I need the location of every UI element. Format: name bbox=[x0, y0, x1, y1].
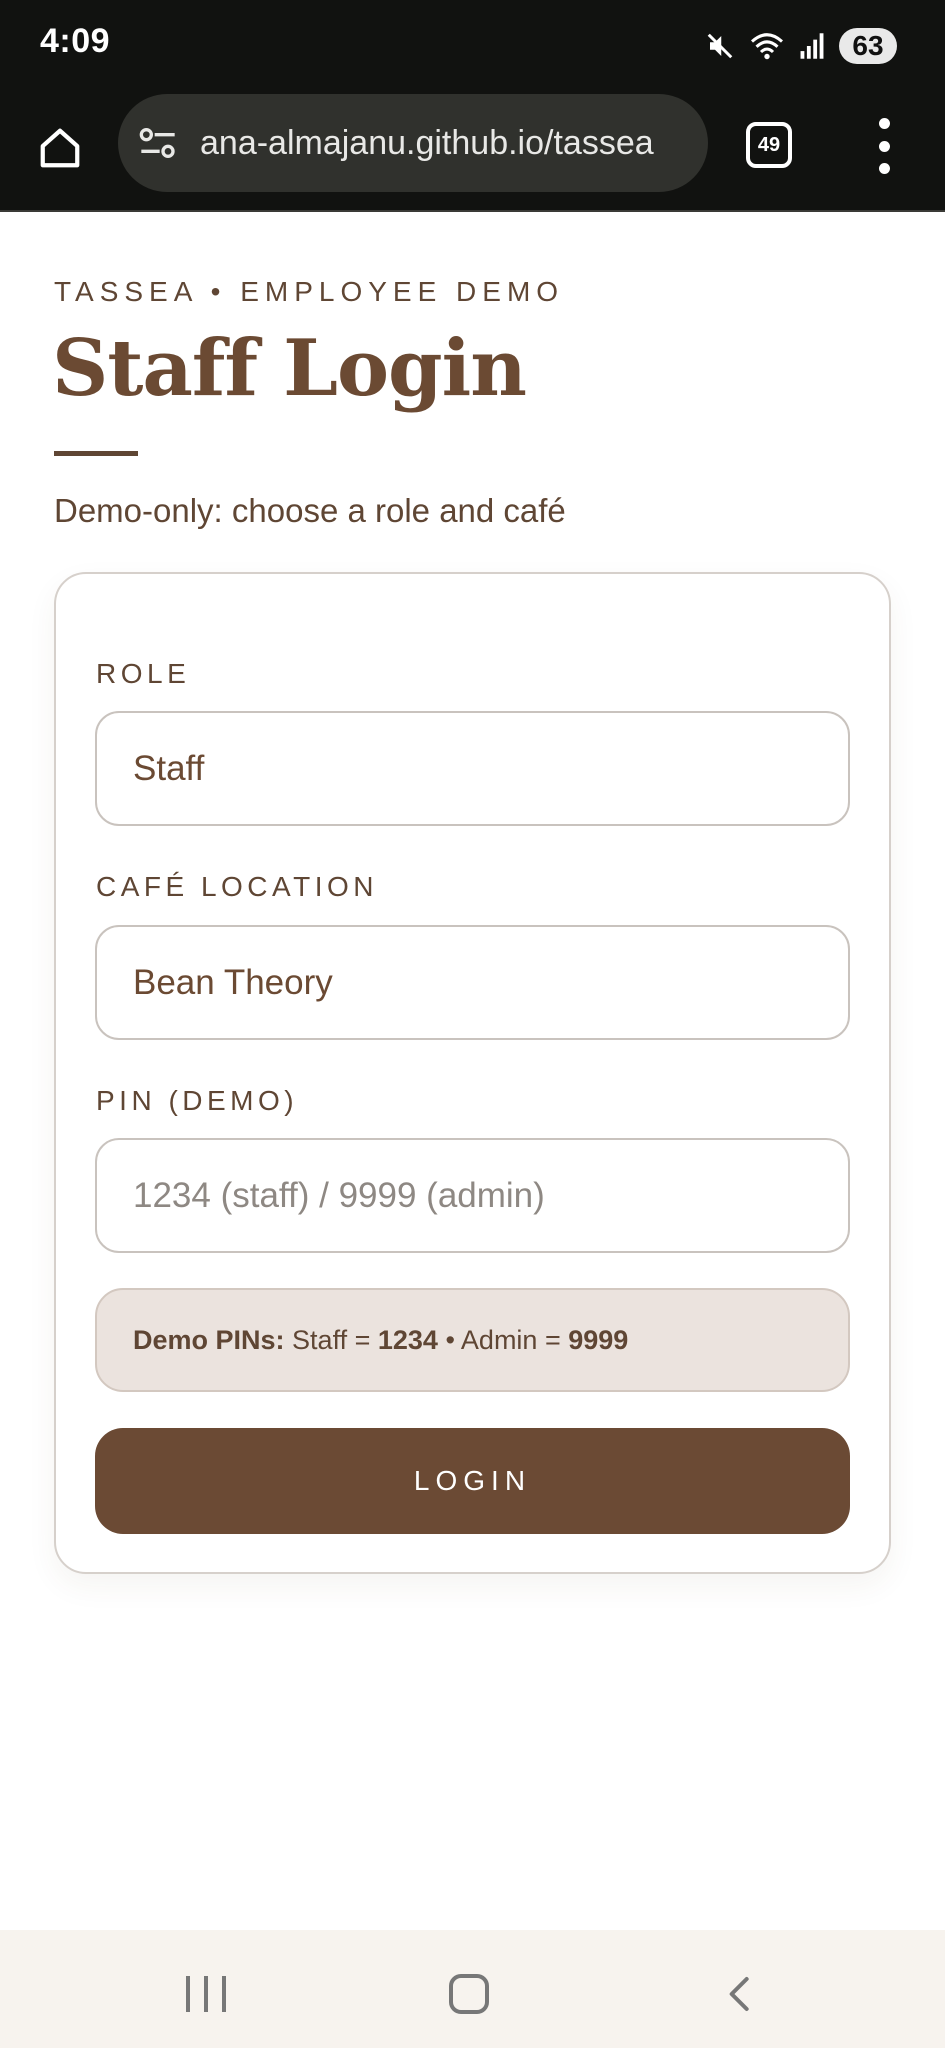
status-time: 4:09 bbox=[40, 22, 111, 60]
hint-admin-pin: 9999 bbox=[568, 1324, 629, 1355]
hint-prefix: Demo PINs: bbox=[133, 1324, 285, 1355]
hint-staff-text: Staff = bbox=[284, 1324, 378, 1355]
page-title: Staff Login bbox=[52, 323, 527, 414]
mute-icon bbox=[707, 33, 733, 59]
recents-icon[interactable] bbox=[186, 1976, 226, 2012]
url-text[interactable]: ana-almajanu.github.io/tassea bbox=[200, 124, 654, 163]
role-select[interactable]: Staff bbox=[95, 711, 850, 826]
login-button[interactable]: LOGIN bbox=[95, 1428, 850, 1534]
browser-toolbar: ana-almajanu.github.io/tassea 49 bbox=[0, 92, 945, 212]
demo-pins-hint: Demo PINs: Staff = 1234 • Admin = 9999 bbox=[95, 1288, 850, 1392]
signal-icon bbox=[800, 33, 824, 59]
location-value: Bean Theory bbox=[133, 962, 333, 1002]
site-settings-icon[interactable] bbox=[138, 121, 182, 165]
page-subtitle: Demo-only: choose a role and café bbox=[54, 492, 566, 529]
pin-input[interactable]: 1234 (staff) / 9999 (admin) bbox=[95, 1138, 850, 1253]
more-vert-icon[interactable] bbox=[872, 118, 896, 174]
nav-home-icon[interactable] bbox=[449, 1974, 489, 2014]
system-nav-bar bbox=[0, 1930, 945, 2048]
home-icon bbox=[40, 128, 80, 168]
battery-icon: 63 bbox=[839, 28, 897, 64]
pin-label: PIN (DEMO) bbox=[96, 1085, 299, 1116]
home-button[interactable] bbox=[32, 120, 88, 176]
location-select[interactable]: Bean Theory bbox=[95, 925, 850, 1040]
title-underline bbox=[54, 451, 138, 456]
hint-admin-text: • Admin = bbox=[437, 1324, 569, 1355]
role-value: Staff bbox=[133, 748, 205, 788]
tabs-icon[interactable]: 49 bbox=[746, 122, 792, 168]
eyebrow-text: TASSEA • EMPLOYEE DEMO bbox=[54, 276, 565, 307]
hint-staff-pin: 1234 bbox=[377, 1324, 438, 1355]
location-label: CAFÉ LOCATION bbox=[96, 871, 379, 902]
address-bar[interactable]: ana-almajanu.github.io/tassea bbox=[118, 94, 708, 192]
status-bar: 4:09 63 bbox=[0, 0, 945, 92]
back-icon[interactable] bbox=[720, 1974, 760, 2014]
status-icons: 63 bbox=[705, 26, 897, 66]
role-label: ROLE bbox=[96, 658, 191, 689]
pin-placeholder: 1234 (staff) / 9999 (admin) bbox=[133, 1175, 545, 1215]
wifi-icon bbox=[750, 33, 784, 60]
